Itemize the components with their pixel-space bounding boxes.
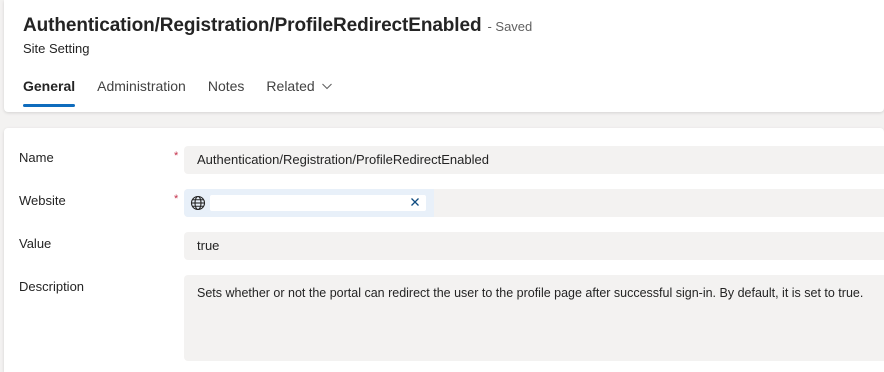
website-required-indicator: * xyxy=(174,193,179,205)
tab-related[interactable]: Related xyxy=(266,76,332,96)
tab-administration-label: Administration xyxy=(97,78,186,94)
tab-administration[interactable]: Administration xyxy=(97,76,186,96)
website-lookup-field[interactable] xyxy=(184,189,884,217)
general-form-section: Name * Authentication/Registration/Profi… xyxy=(4,128,884,372)
description-field[interactable]: Sets whether or not the portal can redir… xyxy=(184,275,884,361)
description-label: Description xyxy=(19,279,85,294)
record-header: Authentication/Registration/ProfileRedir… xyxy=(4,0,884,112)
close-icon[interactable] xyxy=(410,197,420,207)
lookup-tag[interactable] xyxy=(210,195,426,211)
value-field[interactable]: true xyxy=(184,232,884,260)
globe-icon xyxy=(190,195,206,211)
website-label: Website xyxy=(19,193,66,208)
tab-list: General Administration Notes Related xyxy=(23,76,355,107)
chevron-down-icon xyxy=(321,83,332,90)
tab-related-label: Related xyxy=(266,78,315,94)
name-label: Name xyxy=(19,150,54,165)
title-row: Authentication/Registration/ProfileRedir… xyxy=(23,15,532,37)
name-required-indicator: * xyxy=(174,150,179,162)
name-field[interactable]: Authentication/Registration/ProfileRedir… xyxy=(184,146,884,174)
save-status: - Saved xyxy=(487,19,533,34)
tab-general-label: General xyxy=(23,78,76,94)
name-field-value: Authentication/Registration/ProfileRedir… xyxy=(197,152,489,167)
tab-notes[interactable]: Notes xyxy=(208,76,245,96)
tab-notes-label: Notes xyxy=(207,78,245,94)
value-label: Value xyxy=(19,236,52,251)
entity-name: Site Setting xyxy=(23,41,90,56)
lookup-tag-wrap xyxy=(190,195,426,211)
record-title: Authentication/Registration/ProfileRedir… xyxy=(23,15,482,36)
tab-general[interactable]: General xyxy=(23,76,76,107)
description-field-value: Sets whether or not the portal can redir… xyxy=(197,286,864,300)
value-field-value: true xyxy=(197,238,220,253)
